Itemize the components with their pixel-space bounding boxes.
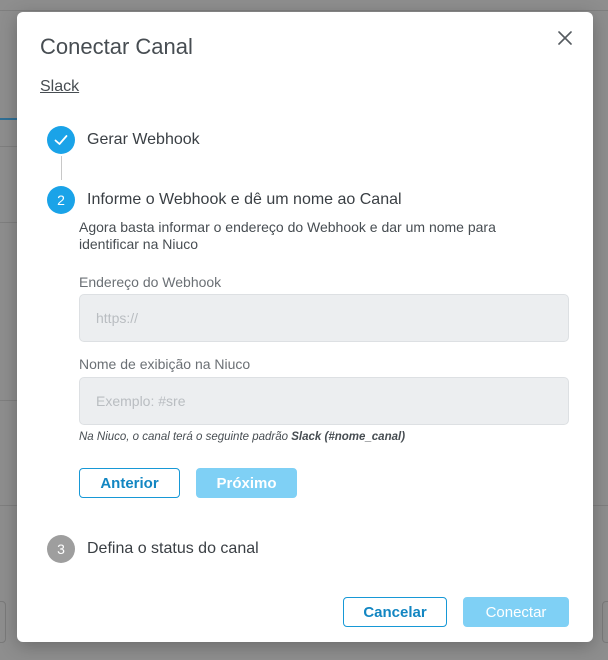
next-button[interactable]: Próximo xyxy=(196,468,297,498)
background-divider xyxy=(0,222,17,223)
previous-button[interactable]: Anterior xyxy=(79,468,180,498)
step-3-label: Defina o status do canal xyxy=(87,540,259,557)
background-divider xyxy=(0,10,608,11)
step-1-indicator xyxy=(47,126,75,154)
cancel-button[interactable]: Cancelar xyxy=(343,597,447,627)
background-input xyxy=(0,601,6,643)
connect-channel-modal: Conectar Canal Slack Gerar Webhook 2 Inf… xyxy=(17,12,593,642)
connect-button[interactable]: Conectar xyxy=(463,597,569,627)
naming-hint: Na Niuco, o canal terá o seguinte padrão… xyxy=(79,431,405,443)
step-2-label: Informe o Webhook e dê um nome ao Canal xyxy=(87,191,402,208)
naming-hint-pattern: Slack (#nome_canal) xyxy=(291,431,406,443)
background-divider xyxy=(0,400,17,401)
webhook-url-input[interactable] xyxy=(79,294,569,342)
display-name-input[interactable] xyxy=(79,377,569,425)
webhook-field-label: Endereço do Webhook xyxy=(79,274,222,290)
background-divider xyxy=(0,146,17,147)
display-name-field-label: Nome de exibição na Niuco xyxy=(79,356,251,372)
step-2-indicator: 2 xyxy=(47,186,75,214)
check-icon xyxy=(54,135,68,145)
background-tab-indicator xyxy=(0,118,17,120)
close-icon[interactable] xyxy=(554,27,576,49)
naming-hint-prefix: Na Niuco, o canal terá o seguinte padrão xyxy=(79,431,292,443)
step-1-label: Gerar Webhook xyxy=(87,131,200,148)
channel-link-slack[interactable]: Slack xyxy=(40,78,79,96)
step-connector xyxy=(61,156,62,180)
modal-title: Conectar Canal xyxy=(40,34,193,59)
step-3-indicator: 3 xyxy=(47,535,75,563)
background-input xyxy=(602,601,608,643)
step-2-description: Agora basta informar o endereço do Webho… xyxy=(79,219,496,252)
